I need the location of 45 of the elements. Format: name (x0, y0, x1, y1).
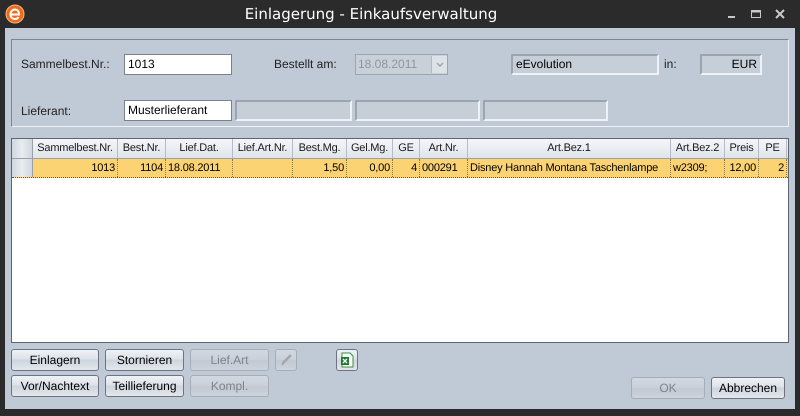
table-cell: 18.08.2011 (166, 159, 233, 177)
company-field: eEvolution (511, 54, 659, 74)
column-header[interactable]: Art.Bez.2 (671, 139, 725, 158)
table-cell: 000291 (420, 159, 468, 177)
table-cell: Disney Hannah Montana Taschenlampe (468, 159, 671, 177)
column-header[interactable]: Lief.Art.Nr. (233, 139, 293, 158)
column-header[interactable]: GE (393, 139, 420, 158)
pen-icon (280, 353, 292, 367)
column-header[interactable]: Gel.Mg. (347, 139, 393, 158)
action-button[interactable]: Teillieferung (105, 375, 184, 397)
column-header[interactable]: Best.Nr. (118, 139, 166, 158)
input-field[interactable]: Musterlieferant (124, 100, 232, 121)
currency-field: EUR (700, 54, 762, 74)
input-field[interactable]: 1013 (124, 54, 232, 74)
action-button[interactable]: Einlagern (11, 349, 99, 371)
action-button[interactable]: Abbrechen (711, 377, 785, 399)
table-cell: 1,50 (293, 159, 347, 177)
app-logo-icon (5, 4, 25, 24)
close-icon[interactable] (775, 9, 785, 19)
column-header[interactable]: Preis (725, 139, 759, 158)
column-header[interactable]: PE (759, 139, 787, 158)
field-label: in: (664, 57, 678, 71)
column-header[interactable]: Sammelbest.Nr. (33, 139, 118, 158)
window-title: Einlagerung - Einkaufsverwaltung (244, 5, 498, 23)
field-label: Lieferant: (21, 104, 72, 118)
table-cell: 1013 (33, 159, 118, 177)
maximize-icon[interactable] (751, 9, 761, 19)
table-cell: 1104 (118, 159, 166, 177)
spreadsheet-export-button[interactable] (336, 349, 358, 371)
table-cell: w2309; (671, 159, 725, 177)
action-button[interactable]: Vor/Nachtext (11, 375, 99, 397)
table-row[interactable]: 1013 1104 18.08.2011 1,50 0,00 4 000291 Disney Hannah Montana Taschenlampe w2309; 12,00 2 (12, 159, 788, 178)
column-header[interactable]: Best.Mg. (293, 139, 347, 158)
spreadsheet-icon (340, 352, 354, 368)
field-label: Bestellt am: (274, 57, 338, 71)
column-header[interactable]: Art.Bez.1 (468, 139, 671, 158)
table-cell: 12,00 (725, 159, 759, 177)
table-cell: 0,00 (347, 159, 393, 177)
table-cell: 4 (393, 159, 420, 177)
table-cell: 2 (759, 159, 787, 177)
column-header[interactable]: Art.Nr. (420, 139, 468, 158)
chevron-icon (436, 62, 444, 66)
action-button[interactable]: Stornieren (105, 349, 184, 371)
field-label: Sammelbest.Nr.: (21, 57, 111, 71)
column-header[interactable]: Lief.Dat. (166, 139, 233, 158)
